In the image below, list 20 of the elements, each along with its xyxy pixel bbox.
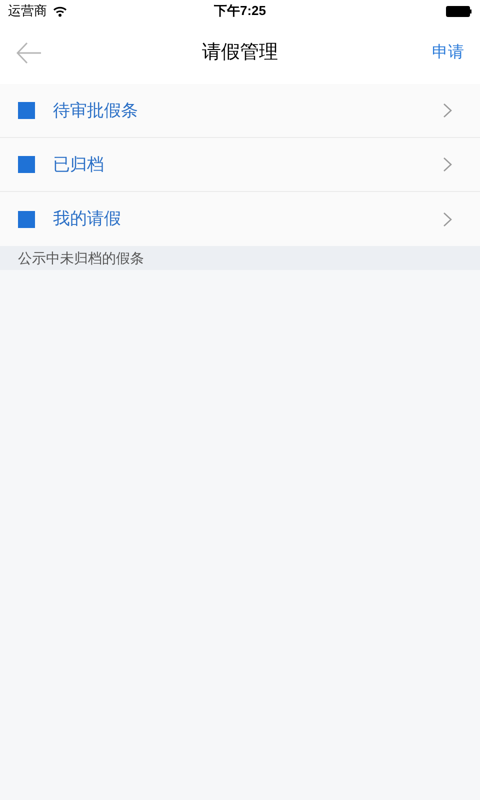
status-time: 下午7:25 — [214, 2, 266, 20]
menu-label: 我的请假 — [53, 208, 122, 230]
section-header: 公示中未归档的假条 — [0, 246, 480, 270]
menu-label: 待审批假条 — [53, 100, 139, 122]
chevron-right-icon — [443, 212, 452, 226]
menu-row[interactable]: 已归档 — [0, 138, 480, 192]
apply-button[interactable]: 申请 — [432, 41, 464, 65]
square-icon — [18, 156, 35, 173]
square-icon — [18, 210, 35, 228]
chevron-right-icon — [443, 103, 452, 118]
menu-label: 已归档 — [53, 154, 105, 176]
back-arrow-icon[interactable] — [16, 42, 42, 64]
carrier-name: 运营商 — [8, 2, 47, 20]
menu-row[interactable]: 我的请假 — [0, 192, 480, 246]
chevron-right-icon — [443, 157, 452, 172]
square-icon — [18, 102, 35, 119]
battery-icon — [446, 6, 472, 16]
menu-row[interactable]: 待审批假条 — [0, 84, 480, 138]
wifi-icon — [53, 6, 67, 16]
page-title: 请假管理 — [202, 40, 278, 65]
